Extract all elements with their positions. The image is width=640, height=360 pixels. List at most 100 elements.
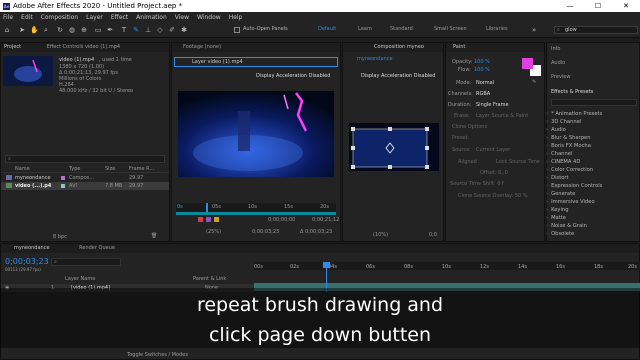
flow-value[interactable]: 100 % [474,67,490,73]
tab-project[interactable]: Project [4,44,21,50]
pen-tool-icon[interactable]: ✒ [106,26,114,34]
record-icon[interactable] [198,217,203,222]
menu-edit[interactable]: Edit [21,14,33,21]
eraser-tool-icon[interactable]: ◇ [156,26,164,34]
effect-category[interactable]: Channel [546,151,572,157]
effects-search-input[interactable] [551,99,637,106]
aligned-checkbox[interactable]: Aligned [458,159,477,165]
effect-category[interactable]: Expression Controls [546,183,602,189]
comp-zoom-select[interactable]: (10%) [373,232,388,238]
table-row[interactable]: video (...).p4 AVI 7.8 MB 29.97 [1,182,169,190]
roto-brush-tool-icon[interactable]: ✐ [168,26,176,34]
channels-select[interactable]: RGBA [476,91,490,97]
selection-tool-icon[interactable]: ➤ [18,26,26,34]
comp-flowchart-tab[interactable]: myneondance [357,56,393,62]
menu-composition[interactable]: Composition [41,14,78,21]
effect-category[interactable]: Boris FX Mocha [546,143,591,149]
col-type[interactable]: Type [69,166,80,172]
erase-select[interactable]: Layer Source & Paint [476,113,528,119]
bit-depth-button[interactable]: 8 bpc [53,234,67,240]
layer-timecode[interactable]: 0;00;03;23 [252,229,279,235]
current-time-indicator[interactable] [206,203,208,212]
brush-tool-icon[interactable]: ✎ [132,26,140,34]
effect-category[interactable]: Distort [546,175,569,181]
menu-view[interactable]: View [175,14,189,21]
menu-animation[interactable]: Animation [136,14,167,21]
auto-open-checkbox[interactable] [234,27,240,33]
maximize-icon[interactable]: ☐ [584,0,612,12]
tab-layer[interactable]: Layer video (1).mp4 [192,59,243,65]
rotate-tool-icon[interactable]: ↻ [56,26,64,34]
zoom-tool-icon[interactable]: ⌕ [42,26,50,34]
col-frame-rate[interactable]: Frame R... [129,166,154,172]
effect-category[interactable]: CINEMA 4D [546,159,580,165]
effect-category[interactable]: Keying [546,207,568,213]
menu-effect[interactable]: Effect [111,14,128,21]
minimize-icon[interactable]: — [556,0,584,12]
col-layer-name[interactable]: Layer Name [65,276,95,282]
rectangle-tool-icon[interactable]: ▭ [94,26,102,34]
workspace-menu-icon[interactable]: » [530,26,538,34]
comp-resolution[interactable]: 0;0 [429,232,437,238]
effect-category[interactable]: * Animation Presets [546,111,602,117]
project-search-input[interactable]: ⌕ [5,155,165,163]
effects-presets-tab[interactable]: Effects & Presets [551,89,593,95]
offset-value[interactable]: Offset: 0, 0 [480,170,508,176]
trash-icon[interactable]: 🗑 [151,233,157,239]
layer-time-ruler[interactable]: 0s 05s 10s 15s 20s [176,203,336,212]
col-name[interactable]: Name [15,166,30,172]
preview-tab[interactable]: Preview [551,74,570,80]
effect-category[interactable]: Noise & Grain [546,223,587,229]
audio-tab[interactable]: Audio [551,60,565,66]
playhead-handle-icon[interactable] [323,262,330,268]
col-parent-link[interactable]: Parent & Link [193,276,226,282]
lock-source-checkbox[interactable]: Lock Source Time [496,159,540,165]
close-icon[interactable]: ✕ [612,0,640,12]
opacity-value[interactable]: 100 % [474,59,490,65]
foreground-color-swatch[interactable] [522,58,533,69]
effect-category[interactable]: Immersive Video [546,199,595,205]
clone-stamp-tool-icon[interactable]: ⊥ [144,26,152,34]
toggle-switches-button[interactable]: Toggle Switches / Modes [127,352,188,358]
effect-category[interactable]: Matte [546,215,566,221]
tab-footage[interactable]: Footage (none) [183,44,221,50]
puppet-tool-icon[interactable]: ✱ [180,26,188,34]
effect-category[interactable]: Color Correction [546,167,593,173]
menu-file[interactable]: File [3,14,13,21]
effect-category[interactable]: Obsolete [546,231,574,237]
timeline-comp-tab[interactable]: myneondance [14,245,50,251]
composition-viewer[interactable] [349,123,439,171]
tab-paint[interactable]: Paint [453,44,465,50]
render-queue-tab[interactable]: Render Queue [79,245,115,251]
home-icon[interactable]: ⌂ [3,26,11,34]
effect-category[interactable]: 3D Channel [546,119,581,125]
source-time-shift[interactable]: Source Time Shift: 0 f [450,181,504,187]
label-color-swatch[interactable] [61,184,65,188]
in-point-icon[interactable] [214,217,219,222]
timeline-timecode[interactable]: 0;00;03;23 [5,257,49,266]
menu-window[interactable]: Window [197,14,221,21]
menu-help[interactable]: Help [229,14,243,21]
eyedropper-icon[interactable]: ✎ [532,79,536,85]
help-search-field[interactable]: ⌕ glow [554,26,638,34]
workspace-standard[interactable]: Standard [390,26,413,32]
workspace-small-screen[interactable]: Small Screen [434,26,467,32]
workspace-learn[interactable]: Learn [358,26,372,32]
work-area-bar[interactable] [176,212,336,215]
mask-icon[interactable] [206,217,211,222]
pan-behind-tool-icon[interactable]: ⊕ [80,26,88,34]
effect-category[interactable]: Audio [546,127,566,133]
duration-select[interactable]: Single Frame [476,102,509,108]
tab-composition[interactable]: Composition myneo [374,44,424,50]
layer-zoom-select[interactable]: (25%) [206,229,221,235]
table-row[interactable]: myneondance Compos... 29.97 [1,174,169,182]
info-tab[interactable]: Info [551,46,560,52]
hand-tool-icon[interactable]: ✋ [30,26,39,34]
effect-category[interactable]: Generate [546,191,575,197]
menu-layer[interactable]: Layer [86,14,103,21]
mode-select[interactable]: Normal [476,80,494,86]
type-tool-icon[interactable]: T [120,26,128,34]
effect-category[interactable]: Blur & Sharpen [546,135,590,141]
workspace-default[interactable]: Default [318,26,336,32]
workspace-libraries[interactable]: Libraries [486,26,508,32]
